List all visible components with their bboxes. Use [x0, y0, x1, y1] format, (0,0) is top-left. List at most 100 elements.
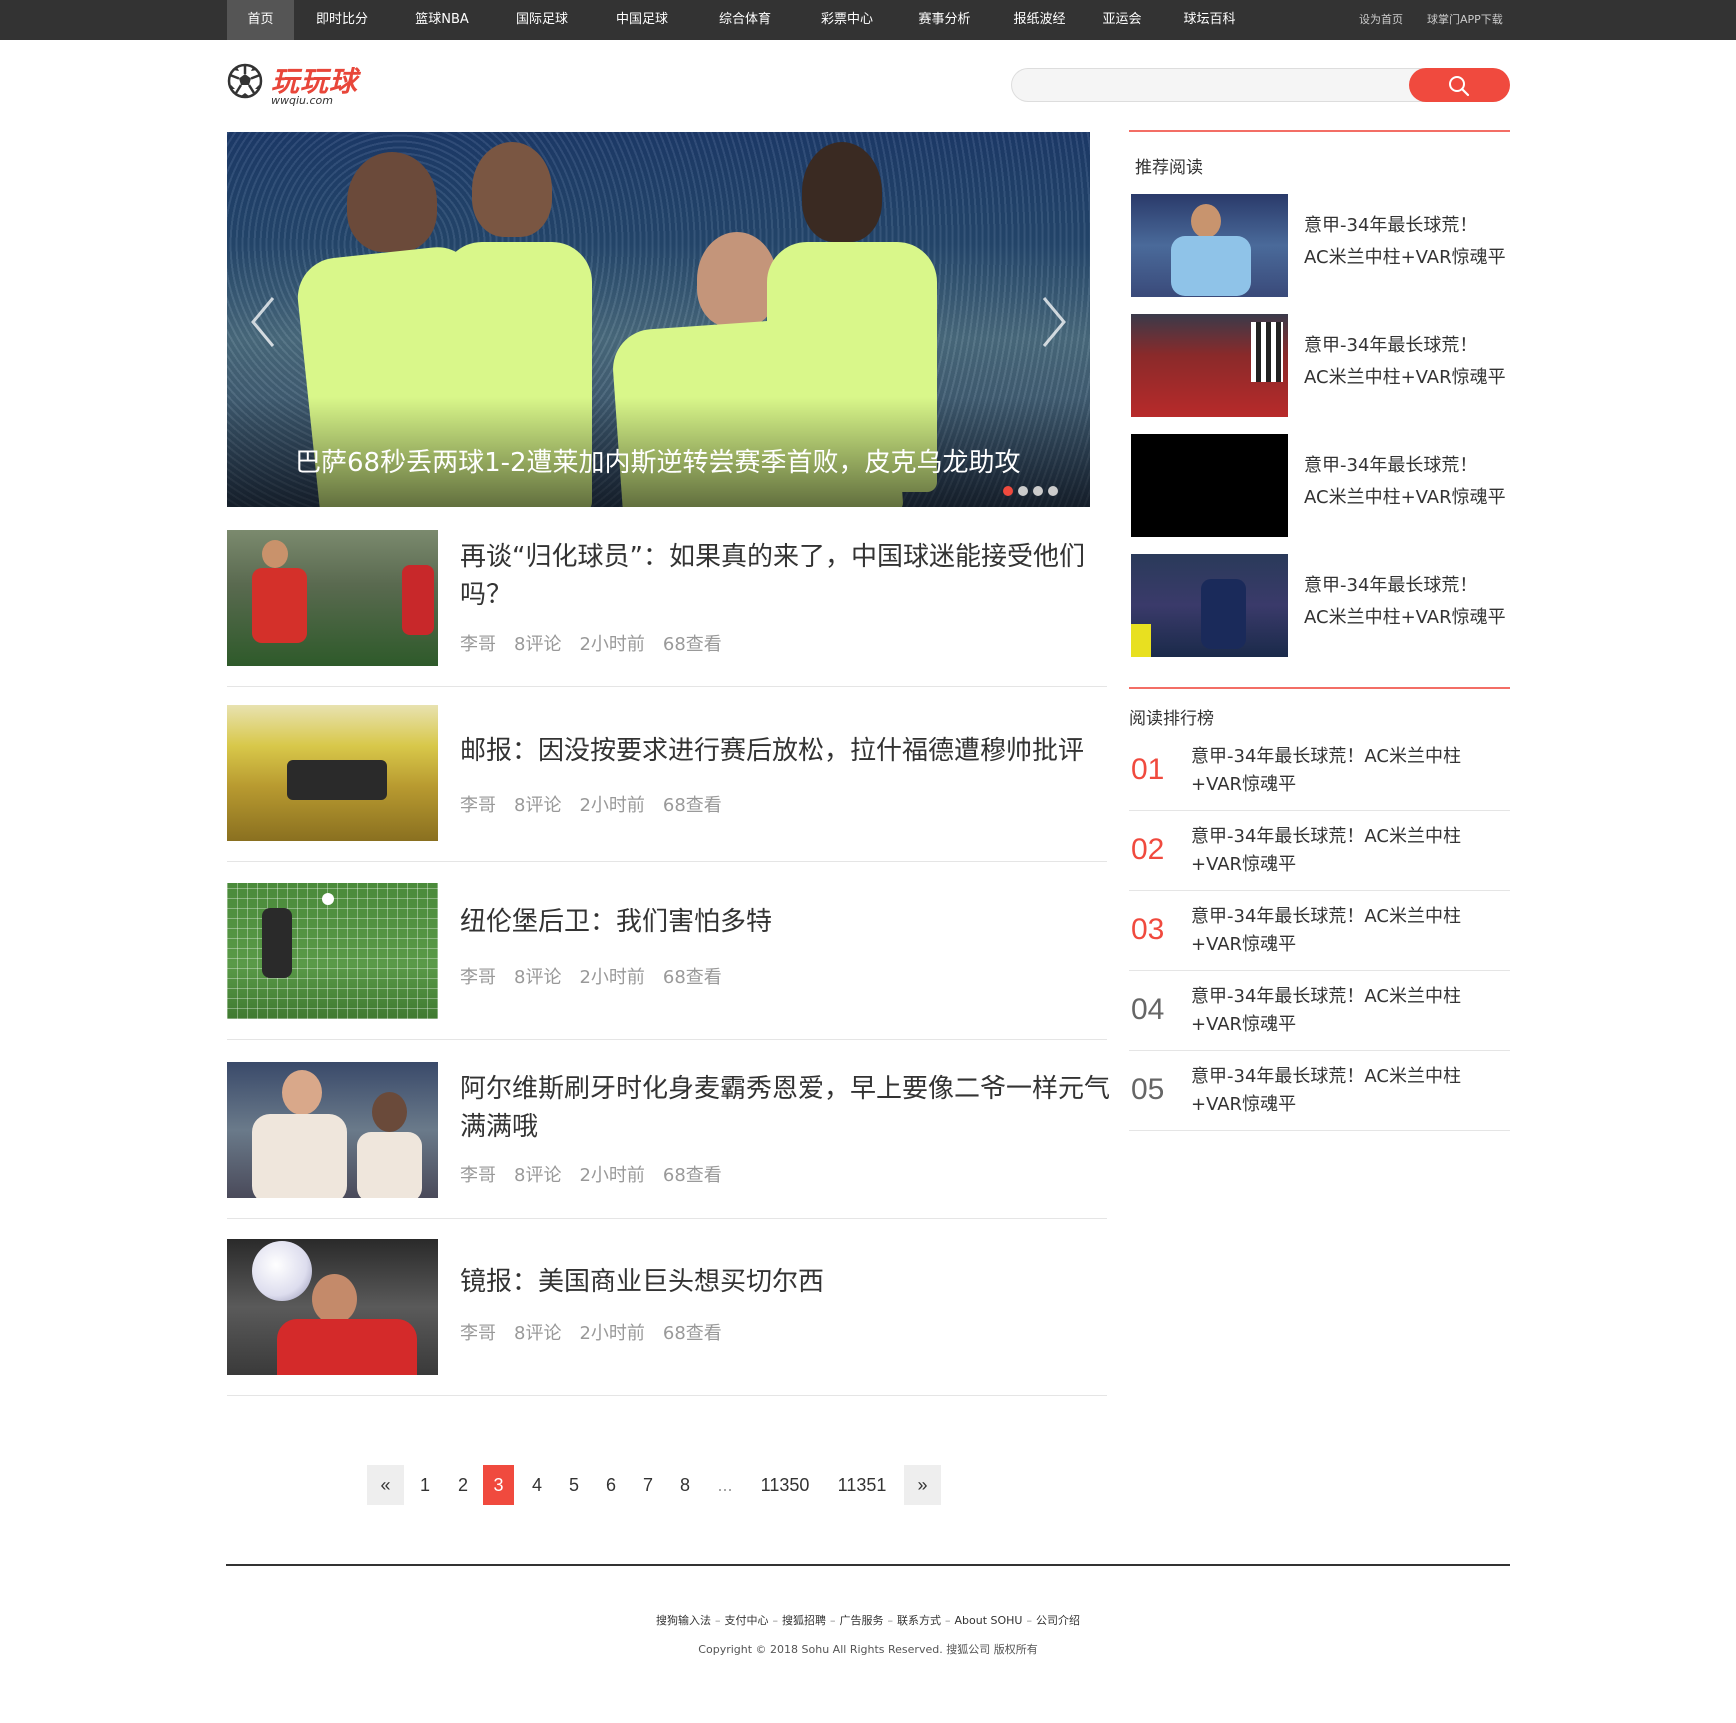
footer-link[interactable]: 搜狗输入法 — [656, 1614, 711, 1627]
article-title[interactable]: 邮报：因没按要求进行赛后放松，拉什福德遭穆帅批评 — [460, 732, 1110, 770]
rank-title: 阅读排行榜 — [1129, 709, 1214, 729]
recommend-item[interactable]: 意甲-34年最长球荒！ AC米兰中柱+VAR惊魂平 — [1131, 194, 1511, 297]
rank-item[interactable]: 05 意甲-34年最长球荒！AC米兰中柱+VAR惊魂平 — [1129, 1051, 1510, 1131]
article-comments: 8评论 — [514, 1323, 562, 1344]
recommend-text-line: AC米兰中柱+VAR惊魂平 — [1304, 367, 1506, 388]
nav-item-nba[interactable]: 篮球NBA — [402, 0, 482, 40]
article-comments: 8评论 — [514, 1165, 562, 1186]
footer-link[interactable]: 搜狐招聘 — [782, 1614, 826, 1627]
nav-item-newspaper[interactable]: 报纸波经 — [1002, 0, 1077, 40]
rank-item[interactable]: 04 意甲-34年最长球荒！AC米兰中柱+VAR惊魂平 — [1129, 971, 1510, 1051]
search-button[interactable] — [1409, 68, 1510, 102]
slider-caption[interactable]: 巴萨68秒丢两球1-2遭莱加内斯逆转尝赛季首败，皮克乌龙助攻 — [295, 442, 1021, 479]
recommend-thumbnail — [1131, 314, 1288, 417]
article-title[interactable]: 镜报：美国商业巨头想买切尔西 — [460, 1263, 1110, 1301]
site-logo[interactable]: 玩玩球 wwqiu.com — [227, 60, 377, 112]
recommend-item[interactable]: 意甲-34年最长球荒！ AC米兰中柱+VAR惊魂平 — [1131, 314, 1511, 417]
rank-item[interactable]: 01 意甲-34年最长球荒！AC米兰中柱+VAR惊魂平 — [1129, 731, 1510, 811]
recommend-text-line: 意甲-34年最长球荒！ — [1304, 215, 1478, 236]
pagination-page[interactable]: 6 — [593, 1465, 629, 1505]
recommend-item[interactable]: 意甲-34年最长球荒！ AC米兰中柱+VAR惊魂平 — [1131, 434, 1511, 537]
article-thumbnail[interactable] — [227, 1239, 438, 1375]
nav-item-general-sports[interactable]: 综合体育 — [705, 0, 785, 40]
nav-item-intl-football[interactable]: 国际足球 — [502, 0, 582, 40]
article-time: 2小时前 — [579, 634, 645, 655]
pagination-prev[interactable]: « — [367, 1465, 404, 1505]
pagination-page-current[interactable]: 3 — [483, 1465, 514, 1505]
recommend-text-line: AC米兰中柱+VAR惊魂平 — [1304, 487, 1506, 508]
pagination-next[interactable]: » — [904, 1465, 941, 1505]
article-time: 2小时前 — [579, 967, 645, 988]
article-meta: 李哥 8评论 2小时前 68查看 — [460, 963, 740, 989]
article-comments: 8评论 — [514, 634, 562, 655]
rank-item[interactable]: 02 意甲-34年最长球荒！AC米兰中柱+VAR惊魂平 — [1129, 811, 1510, 891]
set-homepage-link[interactable]: 设为首页 — [1359, 0, 1403, 40]
slider-prev-arrow-icon[interactable] — [247, 292, 277, 352]
slider-dot[interactable] — [1048, 486, 1058, 496]
nav-item-china-football[interactable]: 中国足球 — [602, 0, 682, 40]
article-title[interactable]: 再谈“归化球员”：如果真的来了，中国球迷能接受他们吗？ — [460, 538, 1110, 614]
pagination-page[interactable]: 11350 — [750, 1465, 820, 1505]
rank-text: 意甲-34年最长球荒！AC米兰中柱+VAR惊魂平 — [1191, 746, 1461, 795]
article-meta: 李哥 8评论 2小时前 68查看 — [460, 1161, 740, 1187]
recommend-thumbnail — [1131, 554, 1288, 657]
article-title[interactable]: 纽伦堡后卫：我们害怕多特 — [460, 903, 1110, 941]
slider-dot[interactable] — [1003, 486, 1013, 496]
recommend-item[interactable]: 意甲-34年最长球荒！ AC米兰中柱+VAR惊魂平 — [1131, 554, 1511, 657]
nav-item-live-score[interactable]: 即时比分 — [302, 0, 382, 40]
rank-text: 意甲-34年最长球荒！AC米兰中柱+VAR惊魂平 — [1191, 986, 1461, 1035]
recommend-text: 意甲-34年最长球荒！ AC米兰中柱+VAR惊魂平 — [1304, 450, 1509, 514]
article-item: 纽伦堡后卫：我们害怕多特 李哥 8评论 2小时前 68查看 — [227, 883, 1107, 1040]
recommend-text-line: AC米兰中柱+VAR惊魂平 — [1304, 247, 1506, 268]
recommend-text-line: 意甲-34年最长球荒！ — [1304, 455, 1478, 476]
article-thumbnail[interactable] — [227, 530, 438, 666]
pagination-page[interactable]: 7 — [630, 1465, 666, 1505]
article-title[interactable]: 阿尔维斯刷牙时化身麦霸秀恩爱，早上要像二爷一样元气满满哦 — [460, 1070, 1110, 1146]
article-views: 68查看 — [662, 634, 722, 655]
rank-item[interactable]: 03 意甲-34年最长球荒！AC米兰中柱+VAR惊魂平 — [1129, 891, 1510, 971]
article-thumbnail[interactable] — [227, 883, 438, 1019]
pagination-page[interactable]: 4 — [519, 1465, 555, 1505]
footer-separator: – — [772, 1614, 779, 1627]
article-author: 李哥 — [460, 795, 496, 816]
nav-item-home[interactable]: 首页 — [227, 0, 294, 40]
nav-item-lottery[interactable]: 彩票中心 — [807, 0, 887, 40]
article-comments: 8评论 — [514, 795, 562, 816]
article-thumbnail[interactable] — [227, 1062, 438, 1198]
footer-link[interactable]: 公司介绍 — [1036, 1614, 1080, 1627]
nav-item-encyclopedia[interactable]: 球坛百科 — [1172, 0, 1247, 40]
top-nav: 首页 即时比分 篮球NBA 国际足球 中国足球 综合体育 彩票中心 赛事分析 报… — [0, 0, 1736, 40]
rank-number: 03 — [1131, 913, 1165, 946]
hero-slider[interactable]: 巴萨68秒丢两球1-2遭莱加内斯逆转尝赛季首败，皮克乌龙助攻 — [227, 132, 1090, 507]
search-input[interactable] — [1011, 68, 1431, 102]
pagination-page[interactable]: 2 — [445, 1465, 481, 1505]
pagination-page[interactable]: 1 — [407, 1465, 443, 1505]
rank-text: 意甲-34年最长球荒！AC米兰中柱+VAR惊魂平 — [1191, 1066, 1461, 1115]
nav-item-asian-games[interactable]: 亚运会 — [1087, 0, 1157, 40]
slider-dot[interactable] — [1033, 486, 1043, 496]
footer-link[interactable]: 支付中心 — [725, 1614, 769, 1627]
slider-next-arrow-icon[interactable] — [1040, 292, 1070, 352]
article-views: 68查看 — [662, 1323, 722, 1344]
footer-link[interactable]: 联系方式 — [897, 1614, 941, 1627]
pagination-page[interactable]: 8 — [667, 1465, 703, 1505]
recommend-text-line: 意甲-34年最长球荒！ — [1304, 575, 1478, 596]
article-time: 2小时前 — [579, 1165, 645, 1186]
rank-number: 02 — [1131, 833, 1165, 866]
footer-divider — [226, 1564, 1510, 1566]
slider-dot[interactable] — [1018, 486, 1028, 496]
pagination-page[interactable]: 5 — [556, 1465, 592, 1505]
recommend-text: 意甲-34年最长球荒！ AC米兰中柱+VAR惊魂平 — [1304, 570, 1509, 634]
pagination-page[interactable]: 11351 — [827, 1465, 897, 1505]
rank-text: 意甲-34年最长球荒！AC米兰中柱+VAR惊魂平 — [1191, 826, 1461, 875]
footer-link[interactable]: 广告服务 — [840, 1614, 884, 1627]
nav-item-match-analysis[interactable]: 赛事分析 — [907, 0, 982, 40]
footer-separator: – — [945, 1614, 951, 1627]
footer-link[interactable]: About SOHU — [955, 1614, 1023, 1627]
app-download-link[interactable]: 球掌门APP下载 — [1427, 0, 1503, 40]
article-author: 李哥 — [460, 634, 496, 655]
copyright-text: Copyright © 2018 Sohu All Rights Reserve… — [698, 1643, 1038, 1656]
article-author: 李哥 — [460, 1323, 496, 1344]
footer-separator: – — [715, 1614, 721, 1627]
article-thumbnail[interactable] — [227, 705, 438, 841]
